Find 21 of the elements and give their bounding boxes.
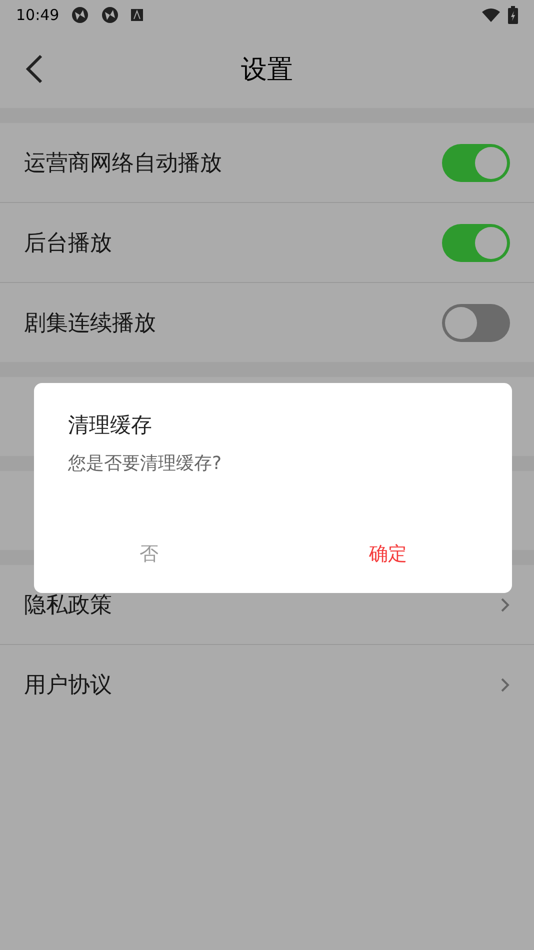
chevron-right-icon [500, 676, 510, 692]
app-notification-icon [71, 6, 90, 24]
app-notification-icon [101, 6, 120, 24]
row-label[interactable]: 运营商网络自动播放 [24, 148, 222, 178]
page-title: 设置 [241, 54, 293, 86]
battery-icon [508, 6, 518, 24]
row-label[interactable]: 隐私政策 [24, 590, 112, 620]
toggle-switch[interactable] [442, 144, 510, 182]
toggle-switch[interactable] [442, 304, 510, 342]
wifi-icon [482, 8, 500, 22]
chevron-right-icon [500, 596, 510, 612]
dialog-title: 清理缓存 [68, 412, 152, 439]
row-label[interactable]: 用户协议 [24, 670, 112, 700]
row-label[interactable]: 剧集连续播放 [24, 308, 156, 338]
status-time: 10:49 [16, 6, 60, 24]
dialog-message: 您是否要清理缓存? [68, 452, 222, 475]
toggle-switch[interactable] [442, 224, 510, 262]
back-icon[interactable] [24, 54, 44, 84]
notification-icon [131, 9, 144, 21]
confirm-button[interactable]: 确定 [358, 537, 417, 571]
row-label[interactable]: 后台播放 [24, 228, 112, 258]
